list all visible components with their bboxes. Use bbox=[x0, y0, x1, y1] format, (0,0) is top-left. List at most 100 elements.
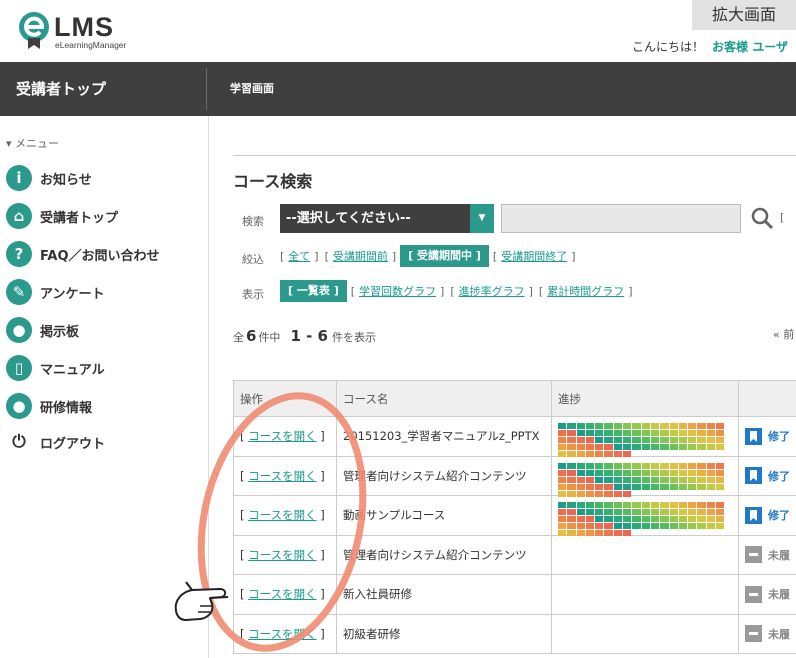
course-name-cell: 初級者研修 bbox=[336, 613, 552, 654]
progress-cell-block bbox=[623, 509, 632, 516]
action-cell: [ コースを開く ] bbox=[233, 455, 337, 496]
open-course-link[interactable]: コースを開く bbox=[248, 548, 316, 562]
filter-all[interactable]: 全て bbox=[288, 248, 310, 264]
progress-cell-block bbox=[706, 430, 716, 437]
sidebar-item-logout[interactable]: ⏻ ログアウト bbox=[6, 428, 206, 456]
progress-cell-block bbox=[604, 483, 613, 490]
progress-cell-block bbox=[697, 462, 706, 469]
sidebar-item-manual[interactable]: ▯ マニュアル bbox=[6, 354, 206, 382]
progress-cell-block bbox=[576, 469, 585, 476]
progress-cell-block bbox=[678, 476, 688, 483]
progress-cell-block bbox=[678, 469, 688, 476]
progress-cell-block bbox=[567, 430, 576, 437]
action-cell: [ コースを開く ] bbox=[233, 416, 337, 457]
course-table: 操作 コース名 進捗 [ コースを開く ] 20151203_学習者マニュアルz_… bbox=[233, 380, 796, 654]
filter-before-period[interactable]: 受講期間前 bbox=[333, 248, 388, 264]
status-badge[interactable]: 未履 bbox=[745, 625, 796, 643]
progress-cell-block bbox=[660, 483, 669, 490]
view-total-time-graph[interactable]: 累計時間グラフ bbox=[547, 283, 624, 299]
view-progress-graph[interactable]: 進捗率グラフ bbox=[459, 283, 525, 299]
sidebar-item-label: 掲示板 bbox=[40, 324, 80, 340]
sidebar-item-learner-top[interactable]: ⌂ 受講者トップ bbox=[6, 202, 206, 230]
progress-cell-block bbox=[697, 483, 706, 490]
sidebar-item-training-info[interactable]: ● 研修情報 bbox=[6, 392, 206, 420]
status-badge[interactable]: 修了 bbox=[745, 506, 796, 524]
progress-cell-block bbox=[669, 444, 678, 451]
filter-in-period-active[interactable]: [ 受講期間中 ] bbox=[400, 245, 489, 267]
status-badge[interactable]: 未履 bbox=[745, 585, 796, 603]
status-badge[interactable]: 修了 bbox=[745, 427, 796, 445]
progress-cell-block bbox=[678, 483, 688, 490]
sidebar-item-faq[interactable]: ? FAQ／お問い合わせ bbox=[6, 240, 206, 268]
progress-cell-block bbox=[567, 523, 576, 530]
progress-cell-block bbox=[613, 509, 623, 516]
open-course-link[interactable]: コースを開く bbox=[248, 587, 316, 601]
progress-cell-block bbox=[595, 523, 604, 530]
search-input[interactable] bbox=[501, 204, 741, 233]
progress-cell-block bbox=[613, 469, 623, 476]
progress-cell-block bbox=[585, 451, 595, 458]
progress-cell-block bbox=[623, 451, 632, 458]
progress-cell-block bbox=[697, 509, 706, 516]
header: LMS eLearningManager 拡大画面 こんにちは！ お客様 ユーザ bbox=[0, 0, 796, 62]
view-list-active[interactable]: [ 一覧表 ] bbox=[280, 280, 347, 302]
progress-cell-block bbox=[706, 502, 716, 509]
open-course-link[interactable]: コースを開く bbox=[248, 627, 316, 641]
progress-cell-block bbox=[706, 437, 716, 444]
progress-cell-block bbox=[697, 423, 706, 430]
progress-cell-block bbox=[706, 423, 716, 430]
progress-cell-block bbox=[641, 469, 650, 476]
progress-cell-block bbox=[595, 430, 604, 437]
status-badge[interactable]: 修了 bbox=[745, 467, 796, 485]
nav-title[interactable]: 受講者トップ bbox=[16, 62, 106, 116]
lms-logo[interactable]: LMS eLearningManager bbox=[18, 10, 148, 54]
filter-period-ended[interactable]: 受講期間終了 bbox=[501, 248, 567, 264]
progress-cell-block bbox=[641, 423, 650, 430]
view-study-count-graph[interactable]: 学習回数グラフ bbox=[359, 283, 436, 299]
progress-cell-block bbox=[623, 476, 632, 483]
progress-cell-block bbox=[688, 483, 697, 490]
search-icon[interactable] bbox=[750, 206, 774, 230]
progress-cell-block bbox=[688, 462, 697, 469]
user-name-link[interactable]: お客様 ユーザ bbox=[712, 40, 788, 54]
nav-divider bbox=[206, 68, 207, 110]
progress-cell-block bbox=[697, 444, 706, 451]
period-filters: [全て] [受講期間前] [ 受講期間中 ] [受講期間終了] bbox=[280, 245, 576, 267]
progress-cell-block bbox=[660, 423, 669, 430]
zoom-screen-label[interactable]: 拡大画面 bbox=[692, 0, 796, 30]
progress-cell-block bbox=[688, 523, 697, 530]
table-header-row: 操作 コース名 進捗 bbox=[233, 380, 796, 417]
progress-cell-block bbox=[632, 437, 641, 444]
course-name: 初級者研修 bbox=[343, 626, 401, 641]
progress-bar bbox=[558, 462, 728, 497]
category-select[interactable]: --選択してください-- ▼ bbox=[280, 204, 494, 233]
action-cell: [ コースを開く ] bbox=[233, 495, 337, 536]
logo-subtext: eLearningManager bbox=[55, 40, 127, 50]
progress-cell-block bbox=[688, 430, 697, 437]
prev-page-link[interactable]: « 前 bbox=[773, 326, 794, 342]
open-course-link[interactable]: コースを開く bbox=[248, 469, 316, 483]
progress-cell-block bbox=[660, 502, 669, 509]
progress-cell-block bbox=[688, 502, 697, 509]
progress-cell-block bbox=[576, 490, 585, 497]
sidebar-item-bulletin-board[interactable]: ● 掲示板 bbox=[6, 316, 206, 344]
progress-cell-block bbox=[716, 523, 725, 530]
nav-subtitle[interactable]: 学習画面 bbox=[230, 62, 274, 116]
menu-heading[interactable]: ▾ メニュー bbox=[6, 135, 59, 151]
progress-cell-block bbox=[669, 516, 678, 523]
progress-cell-block bbox=[567, 530, 576, 537]
status-cell: 修了 bbox=[738, 455, 796, 496]
progress-cell-block bbox=[558, 509, 567, 516]
sidebar-item-news[interactable]: i お知らせ bbox=[6, 164, 206, 192]
progress-cell-block bbox=[567, 502, 576, 509]
open-course-link[interactable]: コースを開く bbox=[248, 508, 316, 522]
progress-cell-block bbox=[613, 523, 623, 530]
status-text: 未履 bbox=[768, 548, 790, 562]
open-course-link[interactable]: コースを開く bbox=[248, 429, 316, 443]
status-text: 修了 bbox=[768, 509, 790, 523]
sidebar-item-survey[interactable]: ✎ アンケート bbox=[6, 278, 206, 306]
not-started-icon bbox=[745, 546, 762, 564]
status-badge[interactable]: 未履 bbox=[745, 546, 796, 564]
course-name-cell: 20151203_学習者マニュアルz_PPTX bbox=[336, 416, 552, 457]
progress-cell-block bbox=[595, 516, 604, 523]
